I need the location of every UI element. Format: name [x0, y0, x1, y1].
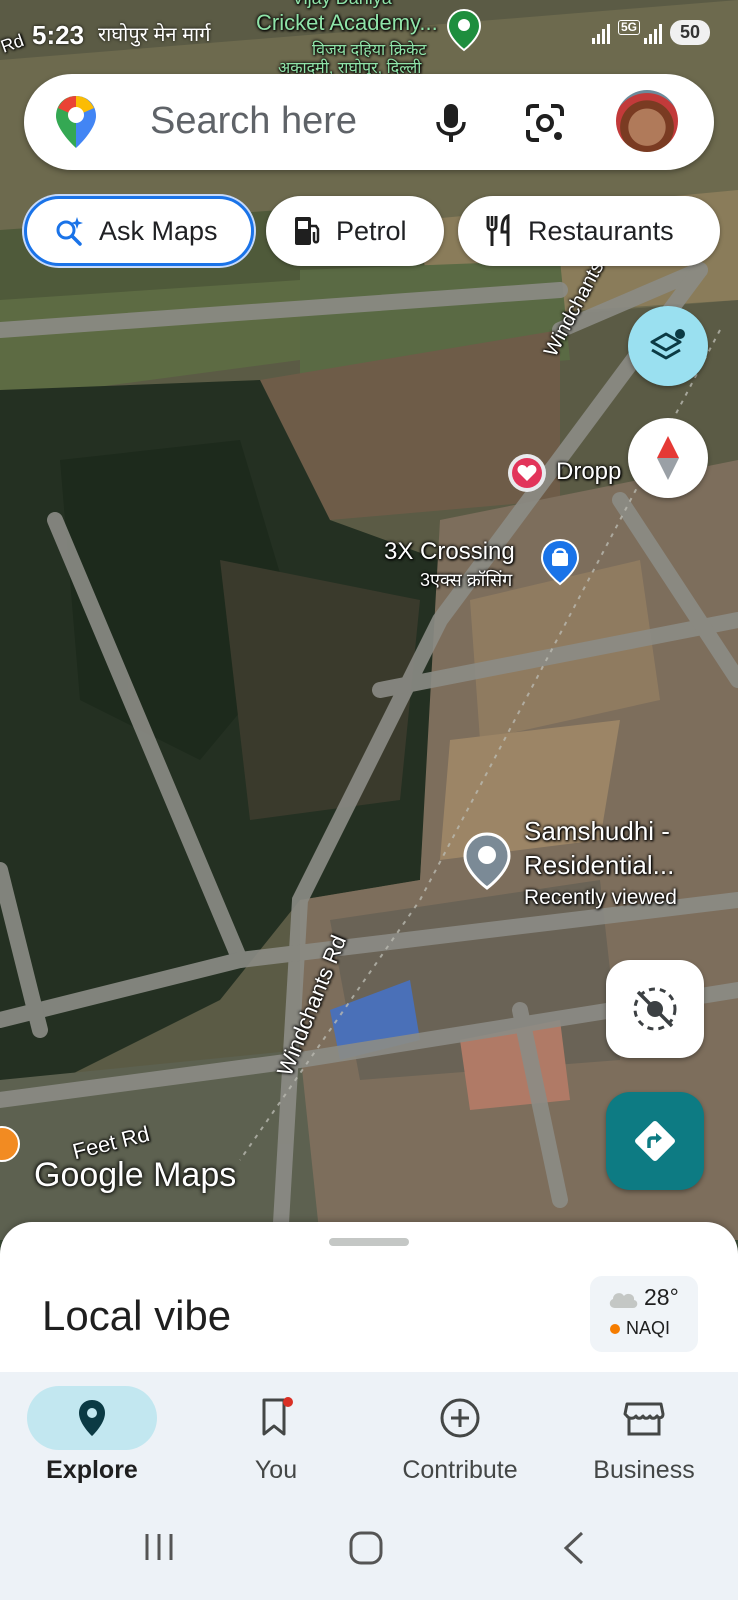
aqi-status-dot: [610, 1324, 620, 1334]
weather-widget[interactable]: 28° NAQI: [590, 1276, 698, 1352]
petrol-chip[interactable]: Petrol: [266, 196, 444, 266]
aqi-label: NAQI: [626, 1318, 671, 1338]
restaurants-chip[interactable]: Restaurants: [458, 196, 720, 266]
fork-knife-icon: [484, 214, 514, 248]
layers-icon: [650, 329, 685, 360]
system-navigation-bar: [0, 1496, 738, 1600]
ask-maps-icon: [53, 215, 85, 247]
sheet-title: Local vibe: [42, 1292, 232, 1339]
ask-maps-chip[interactable]: Ask Maps: [24, 196, 254, 266]
location-disabled-icon: [633, 987, 677, 1031]
network-type: 5G: [617, 20, 640, 35]
map-place-label-hindi: 3एक्स क्रॉसिंग: [420, 570, 513, 590]
search-bar[interactable]: Search here: [24, 74, 714, 170]
nav-you[interactable]: You: [184, 1372, 368, 1496]
chip-label: Petrol: [336, 215, 407, 246]
chip-label: Ask Maps: [99, 215, 218, 246]
chip-label: Restaurants: [528, 215, 674, 246]
fuel-pump-icon: [292, 214, 322, 248]
signal-icon: [591, 22, 610, 44]
map-place-label[interactable]: Samshudhi -: [524, 816, 670, 847]
recent-place-pin-icon[interactable]: [462, 832, 512, 892]
nav-business[interactable]: Business: [552, 1372, 736, 1496]
nav-label: Business: [593, 1456, 695, 1484]
google-lens-icon[interactable]: [524, 102, 566, 144]
nav-label: You: [254, 1456, 298, 1484]
status-bar: 5:23 राघोपुर मेन मार्ग 5G 50: [0, 0, 738, 70]
map-place-label[interactable]: 3X Crossing: [384, 538, 515, 566]
bookmark-icon: [211, 1386, 341, 1450]
status-time: 5:23: [32, 20, 85, 50]
layers-button[interactable]: [628, 306, 708, 386]
nav-label: Contribute: [402, 1456, 518, 1484]
location-pin-icon: [27, 1386, 157, 1450]
bottom-navigation: Explore You Contribute Business: [0, 1372, 738, 1496]
google-maps-attribution: Google Maps: [34, 1156, 237, 1194]
account-avatar[interactable]: [616, 90, 678, 152]
compass-button[interactable]: [628, 418, 708, 498]
back-icon[interactable]: [560, 1530, 588, 1566]
status-road-label: राघोपुर मेन मार्ग: [98, 24, 211, 46]
my-location-button[interactable]: [606, 960, 704, 1058]
home-icon[interactable]: [348, 1530, 386, 1568]
cloud-icon: [609, 1293, 638, 1308]
recent-apps-icon[interactable]: [142, 1530, 176, 1564]
shopping-bag-pin-icon[interactable]: [540, 538, 580, 588]
add-circle-icon: [395, 1386, 525, 1450]
nav-explore[interactable]: Explore: [0, 1372, 184, 1496]
compass-icon: [657, 436, 679, 480]
bottom-sheet[interactable]: Local vibe 28° NAQI: [0, 1222, 738, 1372]
battery-indicator: 50: [669, 20, 710, 45]
signal-icon: [643, 22, 662, 44]
status-icons: 5G 50: [591, 20, 710, 45]
search-placeholder[interactable]: Search here: [150, 100, 357, 143]
google-maps-logo-icon: [56, 96, 96, 148]
microphone-icon[interactable]: [434, 102, 468, 144]
map-place-label[interactable]: Residential...: [524, 850, 674, 881]
directions-icon: [635, 1121, 675, 1161]
map-place-label[interactable]: Dropp: [556, 458, 621, 486]
nav-label: Explore: [46, 1456, 138, 1484]
storefront-icon: [579, 1386, 709, 1450]
sheet-drag-handle[interactable]: [329, 1238, 409, 1246]
temperature: 28°: [644, 1284, 679, 1310]
directions-button[interactable]: [606, 1092, 704, 1190]
map-place-sublabel: Recently viewed: [524, 886, 677, 909]
heart-pin-icon[interactable]: [506, 452, 548, 494]
nav-contribute[interactable]: Contribute: [368, 1372, 552, 1496]
